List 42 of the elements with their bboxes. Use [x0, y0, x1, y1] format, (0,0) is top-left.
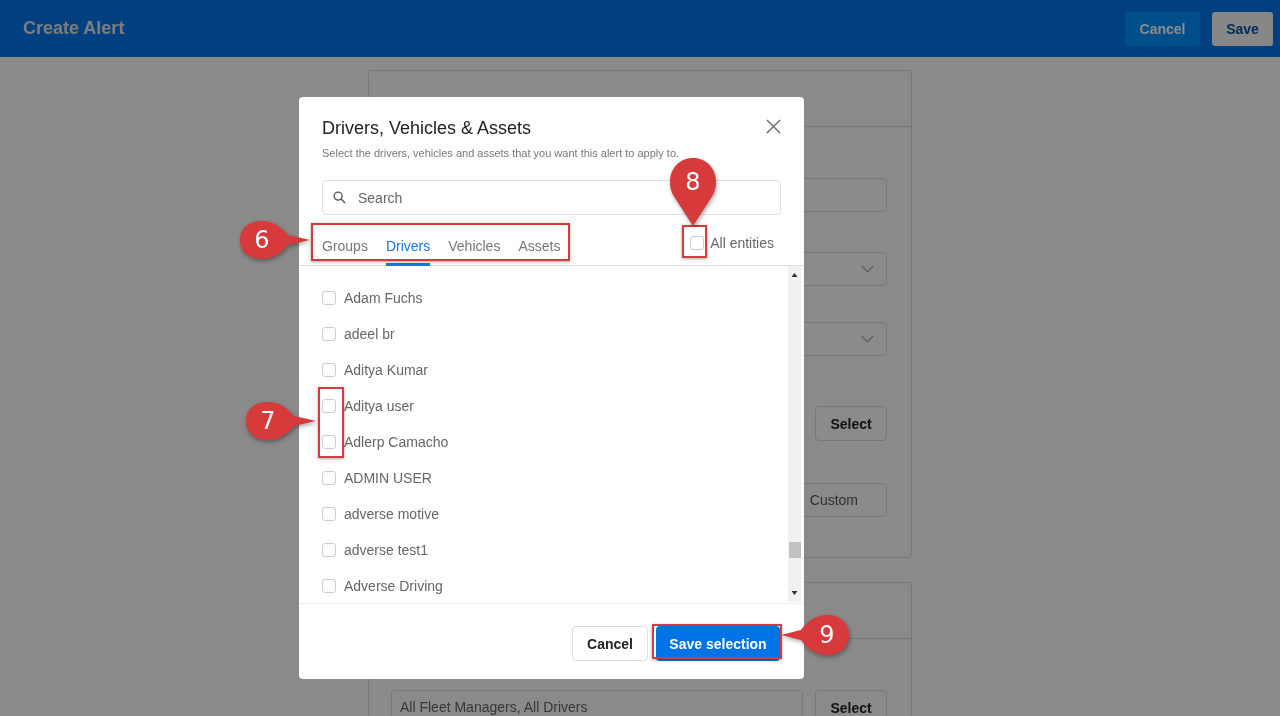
checkbox[interactable]	[322, 435, 336, 449]
tab[interactable]: Groups	[322, 232, 368, 266]
save-button[interactable]: Save	[1212, 11, 1273, 46]
driver-name: ADMIN USER	[344, 470, 432, 486]
tab[interactable]: Assets	[518, 232, 561, 266]
save-selection-button[interactable]: Save selection	[656, 626, 780, 661]
cancel-button[interactable]: Cancel	[1125, 11, 1200, 46]
tab[interactable]: Vehicles	[448, 232, 501, 266]
driver-name: adeel br	[344, 326, 395, 342]
driver-name: Adam Fuchs	[344, 290, 423, 306]
driver-name: Aditya Kumar	[344, 362, 429, 378]
driver-name: adverse motive	[344, 506, 439, 522]
driver-name: adverse test1	[344, 542, 429, 558]
checkbox[interactable]	[322, 471, 336, 485]
checkbox[interactable]	[690, 236, 705, 250]
select-button[interactable]: Select	[815, 406, 887, 441]
highlight-frame	[318, 387, 344, 458]
checkbox[interactable]	[322, 543, 336, 557]
chevron-down-icon	[861, 335, 874, 343]
dialog-subtitle: Select the drivers, vehicles and assets that you want this alert to apply to.	[322, 147, 680, 159]
close-icon[interactable]	[766, 119, 781, 134]
checkbox[interactable]	[322, 327, 336, 341]
checkbox[interactable]	[322, 399, 336, 413]
checkbox[interactable]	[322, 291, 336, 305]
recipients-field[interactable]: All Fleet Managers, All Drivers	[391, 690, 803, 716]
cancel-button[interactable]: Cancel	[572, 626, 648, 661]
select-button[interactable]: Select	[815, 690, 887, 716]
search-icon	[333, 191, 346, 204]
driver-name: Aditya user	[344, 398, 415, 414]
highlight-frame	[682, 225, 707, 258]
chevron-down-icon	[861, 265, 874, 273]
driver-name: Adlerp Camacho	[344, 434, 449, 450]
callout-badge: 8	[668, 156, 718, 228]
scrollbar[interactable]	[788, 266, 801, 602]
driver-name: Adverse Driving	[344, 578, 443, 594]
checkbox-label: All entities	[710, 235, 774, 251]
checkbox[interactable]	[322, 507, 336, 521]
tab[interactable]: Drivers	[385, 232, 431, 266]
checkbox[interactable]	[322, 579, 336, 593]
dialog-title: Drivers, Vehicles & Assets	[322, 118, 533, 139]
checkbox[interactable]	[322, 363, 336, 377]
page-title: Create Alert	[23, 18, 125, 39]
